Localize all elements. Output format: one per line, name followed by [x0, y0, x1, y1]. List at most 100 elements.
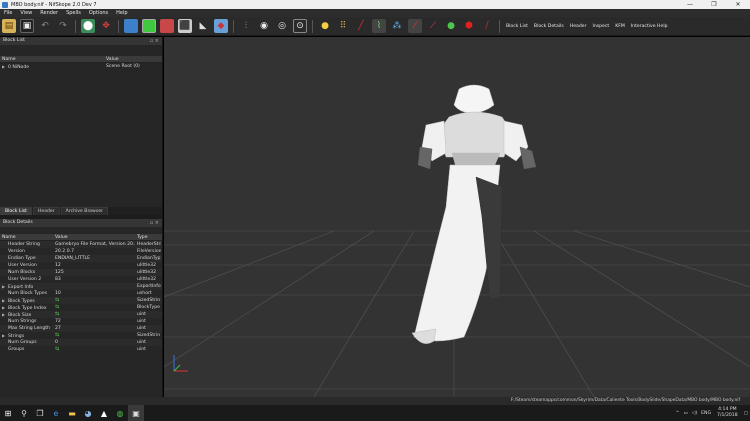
redo-icon[interactable]: ↷ [56, 19, 70, 33]
toolbar-kfm-link[interactable]: KFM [612, 24, 628, 29]
table-row[interactable]: User Version 2 83 ulittle32 [0, 276, 162, 283]
toolbar-header-link[interactable]: Header [567, 24, 590, 29]
steam-icon[interactable]: ◕ [80, 405, 96, 421]
table-row[interactable]: User Version 12 ulittle32 [0, 262, 162, 269]
tab-archive-browser[interactable]: Archive Browser [60, 207, 108, 215]
red-pin-icon[interactable]: ╱ [354, 19, 368, 33]
menu-view[interactable]: View [16, 10, 36, 16]
havok-icon[interactable]: ⟋ [426, 19, 440, 33]
details-col-name[interactable]: Name [0, 234, 53, 240]
close-button[interactable]: ✕ [726, 0, 750, 9]
eye-grid-icon[interactable]: ⊙ [293, 19, 307, 33]
array-arrows-icon[interactable]: ⇆ [55, 304, 59, 310]
nodes-icon[interactable]: ⁂ [390, 19, 404, 33]
undo-icon[interactable]: ↶ [38, 19, 52, 33]
view-top-icon[interactable] [124, 19, 138, 33]
volume-icon[interactable]: ◁) [690, 411, 699, 416]
windows-start-icon[interactable]: ⊞ [0, 405, 16, 421]
search-icon[interactable]: ⚲ [16, 405, 32, 421]
minimize-button[interactable]: — [678, 0, 702, 9]
field-value[interactable]: 27 [55, 326, 61, 331]
axes-icon[interactable]: ⌇ [372, 19, 386, 33]
tab-block-list[interactable]: Block List [0, 207, 32, 215]
block-list-col-name[interactable]: Name [0, 56, 104, 62]
lightbulb-icon[interactable]: ● [318, 19, 332, 33]
photos-icon[interactable]: ▲ [96, 405, 112, 421]
table-row[interactable]: ▶ Block Size ⇆ uint [0, 311, 162, 318]
ortho-cube-icon[interactable]: ◆ [214, 19, 228, 33]
dock-float-close-icon[interactable]: ▫ × [150, 37, 159, 45]
field-value[interactable]: 83 [55, 277, 61, 282]
table-row[interactable]: Endian Type ENDIAN_LITTLE EndianTyp [0, 255, 162, 262]
field-value[interactable]: 125 [55, 270, 64, 275]
network-icon[interactable]: ▭ [681, 411, 689, 416]
toolbar-block-list-link[interactable]: Block List [503, 24, 531, 29]
table-row[interactable]: ▶ Strings ⇆ SizedStrin [0, 332, 162, 339]
array-arrows-icon[interactable]: ⇆ [55, 311, 59, 317]
green-sphere-icon[interactable]: ● [444, 19, 458, 33]
transform-icon[interactable]: ✥ [99, 19, 113, 33]
view-front-icon[interactable] [142, 19, 156, 33]
field-value[interactable]: Gamebryo File Format, Version 20.2.... [55, 242, 135, 247]
menu-options[interactable]: Options [85, 10, 112, 16]
red-stripe-icon[interactable]: ⧸ [480, 19, 494, 33]
chevron-up-icon[interactable]: ^ [674, 411, 682, 416]
vertex-color-icon[interactable]: ⠿ [336, 19, 350, 33]
task-view-icon[interactable]: ❒ [32, 405, 48, 421]
toolbar-inspect-link[interactable]: Inspect [589, 24, 612, 29]
field-value[interactable]: 20.2.0.7 [55, 249, 74, 254]
dock-float-close-icon[interactable]: ▫ × [150, 219, 159, 227]
field-value[interactable]: 72 [55, 319, 61, 324]
table-row[interactable]: Num Groups 0 uint [0, 339, 162, 346]
chrome-icon[interactable]: ◍ [112, 405, 128, 421]
view-user-icon[interactable]: ⬛ [178, 19, 192, 33]
table-row[interactable]: ▶ Block Type Index ⇆ BlockType [0, 304, 162, 311]
table-row[interactable]: Num Strings 72 uint [0, 318, 162, 325]
table-row[interactable]: Header String Gamebryo File Format, Versi… [0, 241, 162, 248]
sliders-icon[interactable]: ⫶ [239, 19, 253, 33]
bone-icon[interactable]: ⁄ [408, 19, 422, 33]
field-value[interactable]: ENDIAN_LITTLE [55, 256, 90, 261]
eye-icon[interactable]: ◉ [257, 19, 271, 33]
table-row[interactable]: ▶ Block Types ⇆ SizedStrin [0, 297, 162, 304]
details-col-type[interactable]: Type [135, 234, 161, 240]
clock[interactable]: 4:14 PM 7/1/2018 [713, 407, 742, 419]
table-row[interactable]: Max String Length 27 uint [0, 325, 162, 332]
select-object-icon[interactable]: ⬤ [81, 19, 95, 33]
tab-header[interactable]: Header [32, 207, 60, 215]
table-row[interactable]: ▶ Export Info ExportInfo [0, 283, 162, 290]
table-row[interactable]: Version 20.2.0.7 FileVersion [0, 248, 162, 255]
block-list-col-value[interactable]: Value [104, 56, 161, 62]
perspective-icon[interactable]: ◣ [196, 19, 210, 33]
view-side-icon[interactable] [160, 19, 174, 33]
3d-viewport[interactable] [164, 37, 750, 397]
eye-settings-icon[interactable]: ◎ [275, 19, 289, 33]
menu-help[interactable]: Help [112, 10, 131, 16]
array-arrows-icon[interactable]: ⇆ [55, 297, 59, 303]
menu-file[interactable]: File [0, 10, 16, 16]
maximize-button[interactable]: ❐ [702, 0, 726, 9]
table-row[interactable]: ▶ 0 NiNode Scene Root (0) [0, 63, 162, 70]
toolbar-block-details-link[interactable]: Block Details [531, 24, 567, 29]
array-arrows-icon[interactable]: ⇆ [55, 346, 59, 352]
open-file-icon[interactable]: ▤ [2, 19, 16, 33]
nifskope-taskbar-icon[interactable]: ▣ [128, 405, 144, 421]
menu-render[interactable]: Render [36, 10, 62, 16]
toolbar-interactive-help-link[interactable]: Interactive Help [628, 24, 671, 29]
file-explorer-icon[interactable]: ▬ [64, 405, 80, 421]
menu-spells[interactable]: Spells [62, 10, 85, 16]
table-row[interactable]: Groups ⇆ uint [0, 346, 162, 353]
field-value[interactable]: 0 [55, 340, 58, 345]
array-arrows-icon[interactable]: ⇆ [55, 332, 59, 338]
details-col-value[interactable]: Value [53, 234, 135, 240]
save-icon[interactable]: ▣ [20, 19, 34, 33]
language-indicator[interactable]: ENG [699, 411, 713, 416]
field-value[interactable]: 12 [55, 263, 61, 268]
red-marker-icon[interactable]: ⬢ [462, 19, 476, 33]
field-value[interactable]: 10 [55, 291, 61, 296]
notifications-icon[interactable]: ▢ [742, 411, 750, 416]
table-row[interactable]: Num Block Types 10 ushort [0, 290, 162, 297]
table-row[interactable]: Num Blocks 125 ulittle32 [0, 269, 162, 276]
edge-icon[interactable]: e [48, 405, 64, 421]
viewport-canvas[interactable] [164, 37, 750, 397]
